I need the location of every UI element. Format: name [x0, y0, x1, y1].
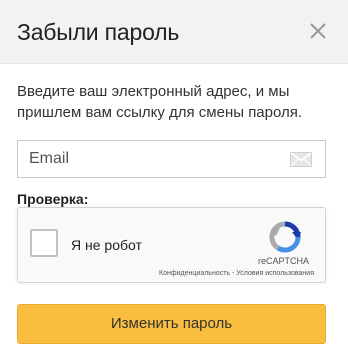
change-password-button[interactable]: Изменить пароль	[17, 304, 326, 344]
recaptcha-checkbox-label: Я не робот	[71, 237, 142, 253]
recaptcha-links: Конфиденциальность - Условия использован…	[159, 270, 314, 277]
envelope-icon	[290, 152, 312, 167]
forgot-password-dialog: Забыли пароль Введите ваш электронный ад…	[0, 0, 348, 357]
close-icon[interactable]	[306, 19, 330, 43]
recaptcha-widget: Я не робот reCAPTCHA Конфиденциальность …	[17, 207, 326, 283]
privacy-link[interactable]: Конфиденциальность	[159, 270, 230, 277]
email-field-wrapper	[17, 140, 326, 178]
email-field[interactable]	[18, 141, 325, 177]
recaptcha-logo-icon	[269, 221, 301, 253]
captcha-label: Проверка:	[17, 191, 89, 207]
dialog-header: Забыли пароль	[0, 0, 348, 64]
intro-text: Введите ваш электронный адрес, и мы приш…	[17, 83, 303, 121]
terms-link[interactable]: Условия использования	[236, 270, 314, 277]
recaptcha-brand: reCAPTCHA	[258, 256, 310, 266]
recaptcha-checkbox[interactable]	[30, 229, 58, 257]
dialog-title: Забыли пароль	[17, 19, 180, 45]
